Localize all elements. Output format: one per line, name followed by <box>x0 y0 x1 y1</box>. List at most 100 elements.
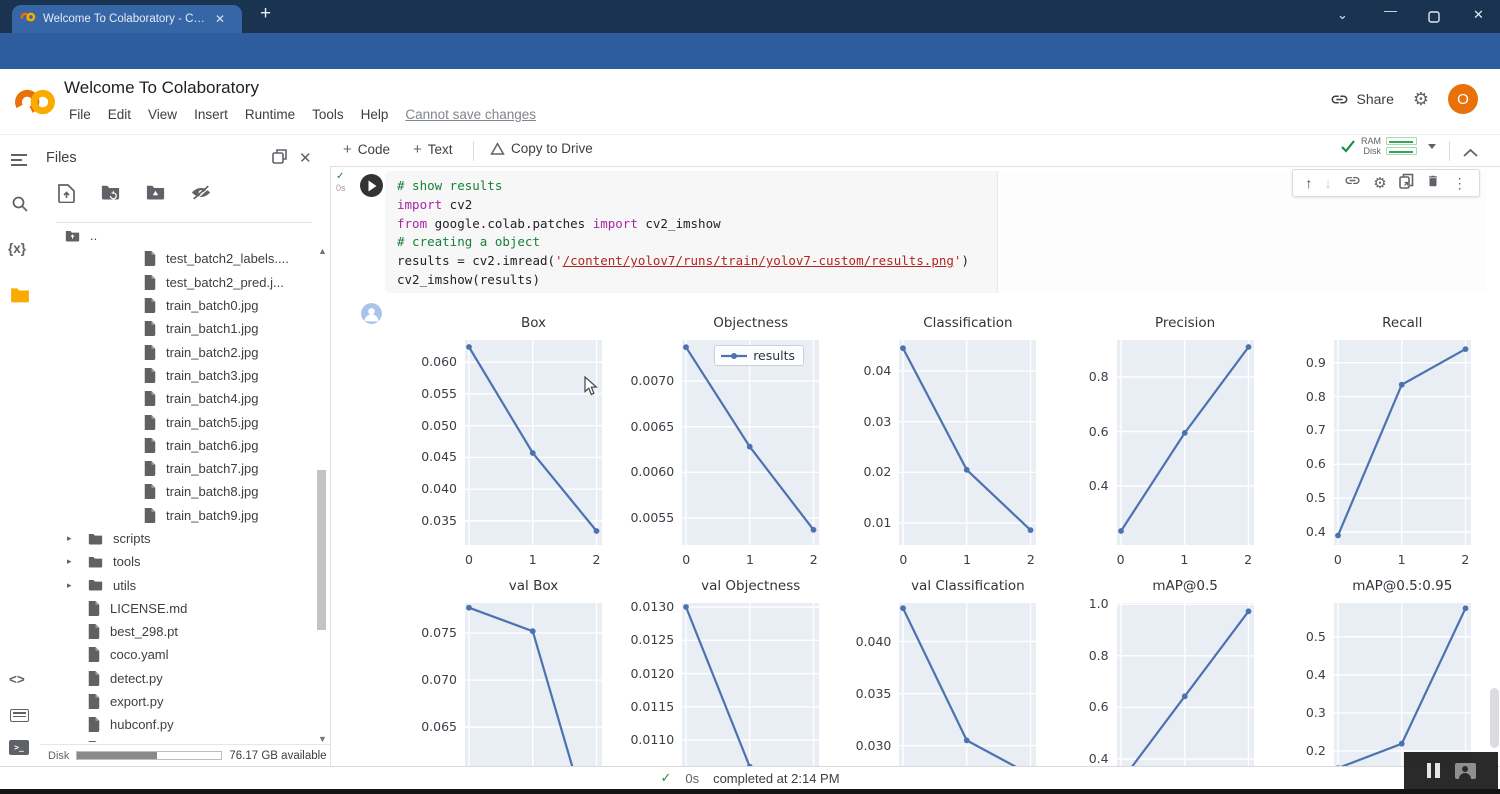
code-content[interactable]: # show resultsimport cv2from google.cola… <box>397 177 969 290</box>
y-tick-label: 0.0125 <box>617 632 674 647</box>
y-tick-label: 0.2 <box>1269 743 1326 758</box>
window-maximize-icon[interactable] <box>1428 10 1440 28</box>
y-tick-label: 0.035 <box>400 513 457 528</box>
files-scrollbar-thumb[interactable] <box>317 470 326 630</box>
tree-file[interactable]: train_batch9.jpg <box>40 504 316 527</box>
y-tick-label: 0.035 <box>834 686 891 701</box>
cell-settings-gear-icon[interactable]: ⚙ <box>1373 174 1386 192</box>
menu-edit[interactable]: Edit <box>108 107 131 122</box>
x-tick-label: 1 <box>957 552 977 567</box>
browser-tab[interactable]: Welcome To Colaboratory - Colab ✕ <box>12 5 242 33</box>
window-chevron-icon[interactable]: ⌄ <box>1337 7 1348 23</box>
upload-file-icon[interactable] <box>58 184 75 208</box>
collapse-header-icon[interactable] <box>1463 144 1478 162</box>
variables-icon[interactable]: {x} <box>8 241 26 256</box>
tree-file[interactable]: test_batch2_pred.j... <box>40 271 316 294</box>
folder-icon <box>88 556 103 568</box>
tree-file[interactable]: best_298.pt <box>40 620 316 643</box>
tree-file[interactable]: LICENSE.md <box>40 597 316 620</box>
delete-cell-icon[interactable] <box>1426 173 1440 194</box>
notebook-title[interactable]: Welcome To Colaboratory <box>64 78 259 98</box>
copy-cell-icon[interactable] <box>1399 173 1414 194</box>
item-label: train_batch3.jpg <box>166 368 259 383</box>
tree-file[interactable]: coco.yaml <box>40 643 316 666</box>
link-cell-icon[interactable] <box>1344 172 1361 194</box>
notebook-scrollbar-thumb[interactable] <box>1490 688 1499 748</box>
tree-file[interactable]: export.py <box>40 690 316 713</box>
move-cell-up-icon[interactable]: ↑ <box>1305 175 1312 191</box>
search-icon[interactable] <box>12 196 28 217</box>
picture-in-picture-icon[interactable] <box>1455 763 1476 779</box>
menu-insert[interactable]: Insert <box>194 107 228 122</box>
copy-to-drive-button[interactable]: Copy to Drive <box>490 141 593 156</box>
tree-file[interactable]: hubconf.py <box>40 713 316 736</box>
menu-view[interactable]: View <box>148 107 177 122</box>
expand-arrow-icon[interactable]: ▸ <box>67 556 76 567</box>
chart-title: mAP@0.5:0.95 <box>1314 578 1486 594</box>
mount-drive-icon[interactable] <box>146 184 165 208</box>
tree-folder-tools[interactable]: ▸tools <box>40 550 316 573</box>
chart-title: Classification <box>879 315 1056 331</box>
colab-logo-icon[interactable] <box>13 80 57 129</box>
files-scroll-down-icon[interactable]: ▼ <box>318 734 327 744</box>
save-status[interactable]: Cannot save changes <box>405 107 536 122</box>
toolbar-divider <box>1449 141 1450 161</box>
chart-plot-classification <box>899 340 1036 545</box>
cell-more-icon[interactable]: ⋮ <box>1453 175 1467 192</box>
tree-file[interactable]: detect.py <box>40 667 316 690</box>
execution-statusbar: ✓ 0s completed at 2:14 PM <box>0 766 1500 789</box>
menu-file[interactable]: File <box>69 107 91 122</box>
resources-widget[interactable]: RAM Disk <box>1340 136 1436 156</box>
tab-close-icon[interactable]: ✕ <box>215 12 225 26</box>
tree-file[interactable]: test_batch2_labels.... <box>40 247 316 270</box>
run-cell-button[interactable] <box>360 174 383 197</box>
refresh-folder-icon[interactable] <box>101 184 120 208</box>
tree-file[interactable]: train_batch8.jpg <box>40 480 316 503</box>
table-of-contents-icon[interactable] <box>11 153 29 172</box>
chart-title: Box <box>445 315 622 331</box>
toolbar-divider <box>473 141 474 161</box>
command-palette-icon[interactable] <box>10 709 29 722</box>
item-label: LICENSE.md <box>110 601 187 616</box>
settings-gear-icon[interactable]: ⚙ <box>1413 89 1429 110</box>
files-scroll-up-icon[interactable]: ▲ <box>318 246 327 256</box>
tree-file[interactable]: .. <box>40 224 316 247</box>
menu-help[interactable]: Help <box>361 107 389 122</box>
share-button[interactable]: Share <box>1330 90 1394 109</box>
tree-file[interactable]: train_batch5.jpg <box>40 410 316 433</box>
tree-file[interactable]: image_test.py <box>40 737 316 742</box>
y-tick-label: 0.6 <box>1269 456 1326 471</box>
menu-runtime[interactable]: Runtime <box>245 107 295 122</box>
open-in-tab-icon[interactable] <box>272 149 287 169</box>
tree-folder-scripts[interactable]: ▸scripts <box>40 527 316 550</box>
close-panel-icon[interactable]: ✕ <box>299 149 312 169</box>
pause-icon[interactable] <box>1427 763 1440 778</box>
hidden-files-icon[interactable] <box>191 184 211 208</box>
code-snippets-icon[interactable]: <> <box>9 672 25 687</box>
tree-file[interactable]: train_batch0.jpg <box>40 294 316 317</box>
files-rail-icon[interactable] <box>10 287 30 308</box>
tree-file[interactable]: train_batch7.jpg <box>40 457 316 480</box>
tree-file[interactable]: train_batch6.jpg <box>40 434 316 457</box>
account-avatar[interactable]: O <box>1448 84 1478 114</box>
expand-arrow-icon[interactable]: ▸ <box>67 580 76 591</box>
item-label: test_batch2_pred.j... <box>166 275 284 290</box>
window-minimize-icon[interactable]: — <box>1384 3 1397 18</box>
tree-file[interactable]: train_batch1.jpg <box>40 317 316 340</box>
tree-folder-utils[interactable]: ▸utils <box>40 573 316 596</box>
new-tab-button[interactable]: + <box>260 3 271 25</box>
tree-file[interactable]: train_batch3.jpg <box>40 364 316 387</box>
tree-file[interactable]: train_batch2.jpg <box>40 340 316 363</box>
move-cell-down-icon[interactable]: ↓ <box>1325 175 1332 191</box>
resources-dropdown-icon[interactable] <box>1428 144 1436 149</box>
file-icon <box>144 368 156 383</box>
menu-tools[interactable]: Tools <box>312 107 344 122</box>
add-text-button[interactable]: + Text <box>413 141 453 158</box>
terminal-icon[interactable]: >_ <box>9 740 29 755</box>
add-code-button[interactable]: + Code <box>343 141 390 158</box>
expand-arrow-icon[interactable]: ▸ <box>67 533 76 544</box>
tree-file[interactable]: train_batch4.jpg <box>40 387 316 410</box>
y-tick-label: 0.0065 <box>617 419 674 434</box>
x-tick-label: 0 <box>1328 552 1348 567</box>
window-close-icon[interactable]: ✕ <box>1473 7 1484 23</box>
